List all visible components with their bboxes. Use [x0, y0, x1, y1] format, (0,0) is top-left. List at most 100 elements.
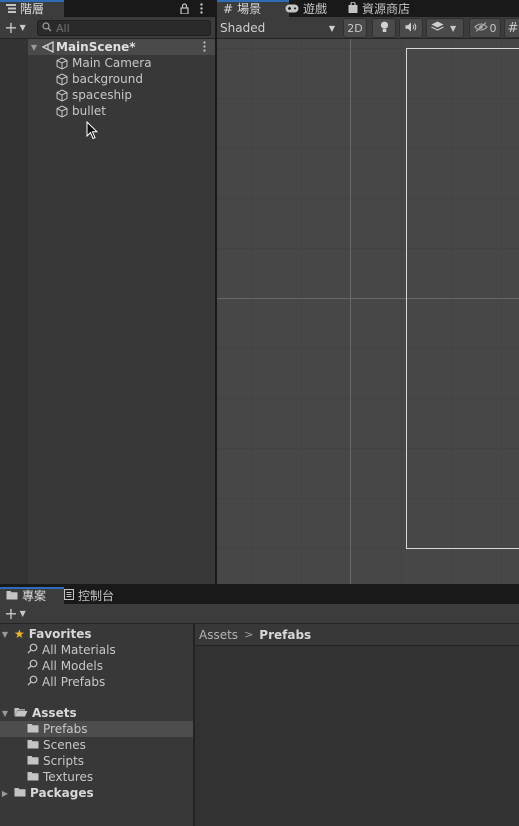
- effects-toggle-button[interactable]: ▼: [426, 18, 464, 38]
- scene-header-row[interactable]: ▼ MainScene*: [28, 39, 215, 55]
- asset-folder-label: Scripts: [43, 754, 85, 768]
- tab-game-label: 遊戲: [303, 2, 328, 16]
- search-icon: [27, 643, 38, 657]
- dropdown-arrow-icon: ▼: [450, 23, 457, 33]
- effects-stack-icon: [431, 21, 444, 35]
- asset-folder-label: Scenes: [43, 738, 86, 752]
- shopping-bag-icon: [348, 0, 358, 16]
- favorite-item-all-prefabs[interactable]: All Prefabs: [27, 674, 105, 690]
- dropdown-arrow-icon: ▼: [19, 23, 26, 32]
- camera-bounds-rect: [406, 48, 519, 549]
- hierarchy-item-bullet[interactable]: bullet: [28, 103, 215, 119]
- folder-icon: [27, 722, 39, 736]
- shading-mode-value: Shaded: [220, 21, 266, 35]
- tab-asset-store[interactable]: 資源商店: [342, 0, 416, 17]
- hierarchy-gutter: [0, 39, 28, 584]
- hierarchy-item-label: bullet: [72, 104, 106, 118]
- foldout-expanded-icon[interactable]: ▼: [0, 709, 10, 718]
- tab-console-label: 控制台: [78, 589, 115, 603]
- grid-hash-icon: #: [507, 20, 519, 36]
- scene-tab-bar: # 場景 遊戲 資源商店: [217, 0, 519, 17]
- gameobject-cube-icon: [56, 72, 72, 86]
- asset-folder-textures[interactable]: Textures: [27, 769, 93, 785]
- packages-label: Packages: [30, 786, 94, 800]
- breadcrumb-current[interactable]: Prefabs: [259, 628, 311, 642]
- create-dropdown-button[interactable]: + ▼: [2, 19, 28, 36]
- gizmos-grid-button[interactable]: #: [504, 18, 519, 38]
- asset-folder-scenes[interactable]: Scenes: [27, 737, 86, 753]
- grid-line: [301, 39, 302, 584]
- grid-line: [251, 39, 252, 584]
- dropdown-arrow-icon: ▼: [328, 23, 335, 33]
- project-panel: 專案 控制台 + ▼ ▼ ★ Favorites All Materials A…: [0, 587, 519, 826]
- hierarchy-item-label: Main Camera: [72, 56, 152, 70]
- project-content-area[interactable]: Assets > Prefabs: [195, 624, 519, 826]
- folder-icon: [6, 589, 18, 603]
- hierarchy-item-background[interactable]: background: [28, 71, 215, 87]
- favorite-item-all-materials[interactable]: All Materials: [27, 642, 116, 658]
- foldout-collapsed-icon[interactable]: ▶: [0, 789, 10, 798]
- search-icon: [27, 675, 38, 689]
- hierarchy-search-input[interactable]: All: [37, 20, 211, 36]
- hierarchy-item-spaceship[interactable]: spaceship: [28, 87, 215, 103]
- toggle-2d-button[interactable]: 2D: [343, 18, 367, 38]
- search-icon: [27, 659, 38, 673]
- scene-name: MainScene*: [56, 40, 136, 54]
- project-create-dropdown-button[interactable]: + ▼: [2, 605, 28, 622]
- hierarchy-menu-icon[interactable]: [195, 1, 207, 15]
- scene-viewport[interactable]: [217, 39, 519, 584]
- tab-game[interactable]: 遊戲: [279, 0, 333, 17]
- foldout-expanded-icon[interactable]: ▼: [28, 43, 40, 52]
- folder-icon: [27, 738, 39, 752]
- tab-scene-label: 場景: [237, 2, 262, 16]
- mouse-cursor-icon: [86, 120, 100, 141]
- hierarchy-item-label: background: [72, 72, 143, 86]
- gameobject-cube-icon: [56, 88, 72, 102]
- grid-line: [401, 39, 402, 584]
- favorite-item-label: All Models: [42, 659, 103, 673]
- grid-hash-icon: #: [223, 1, 234, 16]
- gamepad-icon: [285, 2, 299, 16]
- search-placeholder: All: [56, 21, 70, 35]
- shading-mode-dropdown[interactable]: Shaded ▼: [220, 19, 337, 37]
- hidden-objects-toggle[interactable]: 0: [469, 18, 501, 38]
- hierarchy-tab-bar: 階層: [0, 0, 215, 17]
- tab-asset-store-label: 資源商店: [362, 2, 411, 16]
- folder-open-icon: [14, 706, 28, 720]
- gameobject-cube-icon: [56, 104, 72, 118]
- scene-menu-icon[interactable]: [203, 41, 206, 55]
- project-toolbar: + ▼: [0, 604, 519, 624]
- lightbulb-icon: [380, 21, 389, 36]
- folder-icon: [27, 770, 39, 784]
- chevron-right-icon: >: [244, 628, 254, 641]
- scene-panel: # 場景 遊戲 資源商店 Shaded ▼ 2D ▼ 0 #: [217, 0, 519, 584]
- project-tab-bar: 專案 控制台: [0, 587, 519, 604]
- lock-icon[interactable]: [178, 1, 190, 15]
- favorite-item-all-models[interactable]: All Models: [27, 658, 103, 674]
- packages-row[interactable]: ▶ Packages: [0, 785, 94, 801]
- tab-console[interactable]: 控制台: [58, 587, 120, 604]
- assets-row[interactable]: ▼ Assets: [0, 705, 77, 721]
- favorite-item-label: All Prefabs: [42, 675, 106, 689]
- console-icon: [63, 588, 75, 603]
- tab-project[interactable]: 專案: [0, 587, 64, 604]
- hierarchy-item-main-camera[interactable]: Main Camera: [28, 55, 215, 71]
- foldout-expanded-icon[interactable]: ▼: [0, 630, 10, 639]
- breadcrumb-root[interactable]: Assets: [199, 628, 238, 642]
- audio-toggle-button[interactable]: [399, 18, 423, 38]
- folder-icon: [14, 786, 26, 800]
- asset-folder-label: Textures: [43, 770, 94, 784]
- favorite-item-label: All Materials: [42, 643, 116, 657]
- favorites-row[interactable]: ▼ ★ Favorites: [0, 626, 92, 642]
- plus-icon: +: [4, 603, 18, 623]
- dropdown-arrow-icon: ▼: [19, 609, 26, 618]
- asset-folder-scripts[interactable]: Scripts: [27, 753, 84, 769]
- tab-hierarchy-label: 階層: [20, 2, 45, 16]
- speaker-icon: [405, 22, 417, 35]
- tab-project-label: 專案: [22, 589, 47, 603]
- tab-hierarchy[interactable]: 階層: [0, 0, 64, 17]
- asset-folder-prefabs[interactable]: Prefabs: [27, 721, 88, 737]
- folder-icon: [27, 754, 39, 768]
- lighting-toggle-button[interactable]: [372, 18, 396, 38]
- assets-label: Assets: [32, 706, 77, 720]
